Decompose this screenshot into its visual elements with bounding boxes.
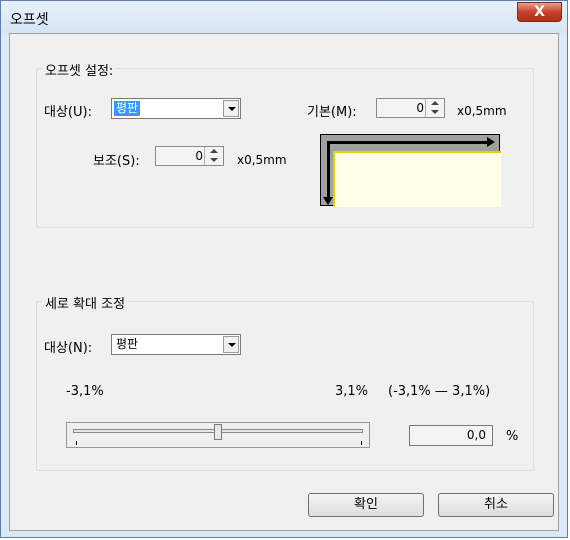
spin-arrows-icon[interactable]	[204, 147, 223, 165]
basic-offset-spinner[interactable]: 0	[376, 98, 445, 118]
sub-offset-unit: x0,5mm	[237, 153, 287, 167]
slider-tick-min	[76, 441, 77, 445]
cancel-button[interactable]: 취소	[438, 493, 554, 517]
stretch-target-value: 평판	[116, 337, 139, 351]
vertical-stretch-title: 세로 확대 조정	[42, 293, 129, 312]
basic-offset-label: 기본(M):	[307, 105, 357, 120]
offset-dialog: 오프셋 X 오프셋 설정: 대상(U): 평판 기본(M): 0 x0,5mm …	[0, 0, 568, 538]
stretch-slider[interactable]	[66, 422, 370, 448]
ok-button[interactable]: 확인	[308, 493, 424, 517]
sub-offset-value: 0	[195, 149, 203, 163]
stretch-unit: %	[506, 429, 519, 444]
stretch-range-label: (-3,1% — 3,1%)	[388, 384, 491, 399]
basic-offset-unit: x0,5mm	[457, 104, 507, 118]
dialog-body: 오프셋 설정: 대상(U): 평판 기본(M): 0 x0,5mm 보조(S):…	[9, 33, 559, 531]
stretch-max-label: 3,1%	[335, 384, 369, 399]
close-icon: X	[534, 4, 545, 20]
offset-target-label: 대상(U):	[44, 105, 92, 120]
stretch-value-field[interactable]: 0,0	[409, 425, 493, 446]
stretch-min-label: -3,1%	[66, 384, 104, 399]
slider-tick-max	[361, 441, 362, 445]
basic-offset-value: 0	[416, 101, 424, 115]
horizontal-offset-line	[327, 141, 487, 144]
offset-target-value: 평판	[114, 101, 141, 116]
vertical-offset-line	[327, 141, 330, 197]
sub-offset-label: 보조(S):	[93, 154, 140, 169]
chevron-down-icon[interactable]	[223, 100, 239, 117]
offset-preview-image	[320, 134, 501, 207]
arrow-right-icon	[487, 137, 495, 147]
sub-offset-spinner[interactable]: 0	[155, 146, 224, 166]
offset-settings-title: 오프셋 설정:	[42, 60, 117, 79]
stretch-target-select[interactable]: 평판	[111, 334, 241, 355]
arrow-down-icon	[323, 197, 333, 205]
stretch-value: 0,0	[466, 428, 486, 442]
offset-target-select[interactable]: 평판	[111, 98, 241, 119]
close-button[interactable]: X	[517, 2, 562, 22]
slider-thumb[interactable]	[214, 424, 222, 440]
chevron-down-icon[interactable]	[223, 336, 239, 353]
spin-arrows-icon[interactable]	[425, 99, 444, 117]
title-bar[interactable]: 오프셋 X	[1, 1, 567, 33]
stretch-target-label: 대상(N):	[44, 341, 93, 356]
paper-sheet	[333, 151, 501, 207]
window-title: 오프셋	[10, 12, 49, 28]
